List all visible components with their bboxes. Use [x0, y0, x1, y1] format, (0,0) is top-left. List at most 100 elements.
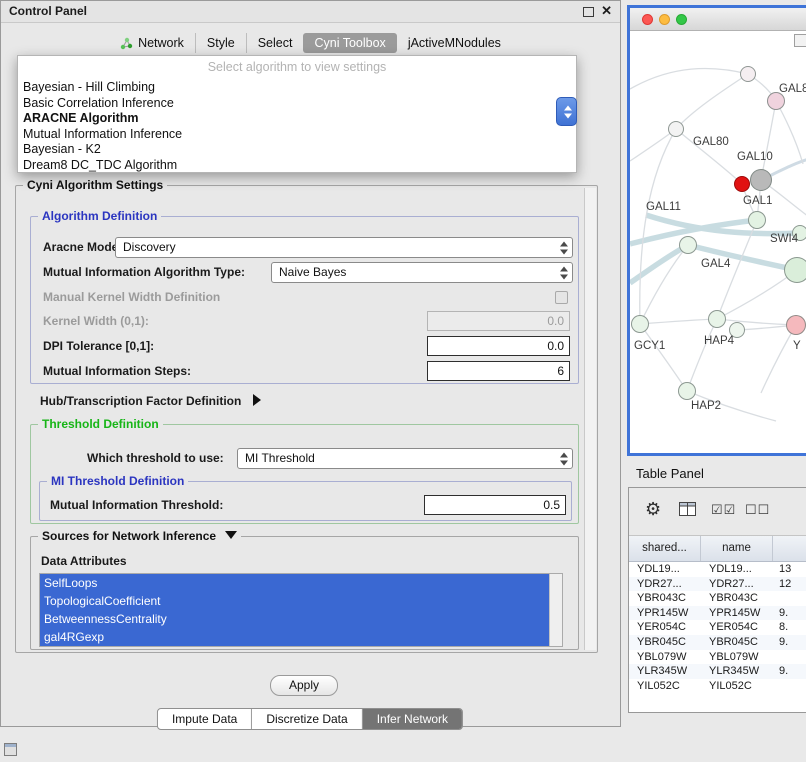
collapse-arrow-icon[interactable]: [253, 394, 261, 406]
kernel-width-label: Kernel Width (0,1):: [43, 311, 149, 332]
node-pink-right[interactable]: [786, 315, 806, 335]
attribute-item[interactable]: BetweennessCentrality: [40, 610, 549, 628]
table-cell: YPR145W: [701, 606, 773, 621]
tab-infer-network[interactable]: Infer Network: [362, 709, 462, 729]
algorithm-option[interactable]: Mutual Information Inference: [21, 127, 573, 143]
expand-arrow-icon[interactable]: [225, 531, 237, 539]
column-header-extra[interactable]: [773, 536, 806, 561]
gear-icon[interactable]: ⚙: [645, 499, 661, 519]
attribute-item[interactable]: gal4RGexp: [40, 628, 549, 646]
node-gal4[interactable]: [679, 236, 697, 254]
hub-transcription-factor-section[interactable]: Hub/Transcription Factor Definition: [40, 394, 261, 408]
table-cell: YPR145W: [629, 606, 701, 621]
table-panel-title: Table Panel: [636, 466, 704, 481]
deselect-all-icon[interactable]: ☐☐: [745, 502, 770, 518]
aracne-mode-label: Aracne Mode:: [43, 237, 122, 258]
table-cell: YIL052C: [701, 679, 773, 694]
tab-impute-data[interactable]: Impute Data: [158, 709, 251, 729]
column-header-name[interactable]: name: [701, 536, 773, 561]
tab-jactivemnodules[interactable]: jActiveMNodules: [397, 33, 512, 53]
node-hap4[interactable]: [708, 310, 726, 328]
node-gal1[interactable]: [748, 211, 766, 229]
which-threshold-select[interactable]: MI Threshold: [237, 448, 573, 469]
table-cell: YBL079W: [701, 650, 773, 665]
table-row[interactable]: YDL19...YDL19...13: [629, 562, 806, 577]
minimized-panel-icon[interactable]: [4, 743, 17, 756]
node-label: GAL80: [693, 136, 729, 148]
aracne-mode-select[interactable]: Discovery: [115, 237, 573, 258]
mi-steps-input[interactable]: 6: [427, 361, 570, 381]
node-label: HAP4: [704, 335, 734, 347]
combo-stepper-fragment[interactable]: [556, 97, 577, 126]
chevron-updown-icon: [563, 105, 572, 118]
float-window-icon[interactable]: [583, 7, 594, 17]
close-icon[interactable]: ✕: [601, 3, 612, 19]
table-cell: YER054C: [629, 620, 701, 635]
network-window-titlebar: [630, 8, 806, 31]
node-label: GCY1: [634, 340, 665, 352]
algorithm-popup-list: Bayesian - Hill ClimbingBasic Correlatio…: [21, 80, 573, 174]
tab-label: Network: [138, 36, 184, 50]
table-row[interactable]: YBR045CYBR045C9.: [629, 635, 806, 650]
table-row[interactable]: YLR345WYLR345W9.: [629, 664, 806, 679]
data-attributes-list[interactable]: SelfLoopsTopologicalCoefficientBetweenne…: [39, 573, 563, 647]
dpi-tolerance-input[interactable]: 0.0: [427, 336, 570, 356]
network-canvas[interactable]: GAL8GAL80GAL10GAL11GAL1SWI4GAL4GCY1HAP4H…: [630, 31, 806, 453]
node-label: GAL4: [701, 258, 730, 270]
node-red[interactable]: [734, 176, 750, 192]
algorithm-option[interactable]: ARACNE Algorithm: [21, 111, 573, 127]
table-cell: YDL19...: [701, 562, 773, 577]
algorithm-option[interactable]: Bayesian - K2: [21, 142, 573, 158]
columns-icon[interactable]: [679, 502, 696, 521]
algorithm-option[interactable]: Bayesian - Hill Climbing: [21, 80, 573, 96]
algorithm-option[interactable]: Dream8 DC_TDC Algorithm: [21, 158, 573, 174]
table-cell: 9.: [773, 635, 806, 650]
kernel-width-input[interactable]: 0.0: [427, 311, 570, 331]
minimize-traffic-light-icon[interactable]: [659, 14, 670, 25]
bottom-tabs: Impute Data Discretize Data Infer Networ…: [157, 708, 463, 730]
mi-threshold-label: Mutual Information Threshold:: [50, 495, 223, 516]
mi-threshold-definition-group: MI Threshold Definition Mutual Informati…: [39, 481, 572, 521]
node[interactable]: [668, 121, 684, 137]
mi-type-value: Naive Bayes: [279, 265, 346, 279]
tab-style[interactable]: Style: [195, 33, 246, 53]
apply-button[interactable]: Apply: [270, 675, 338, 696]
attribute-item[interactable]: TopologicalCoefficient: [40, 592, 549, 610]
node[interactable]: [740, 66, 756, 82]
tab-select[interactable]: Select: [246, 33, 304, 53]
zoom-traffic-light-icon[interactable]: [676, 14, 687, 25]
mi-threshold-input[interactable]: 0.5: [424, 495, 566, 515]
table-row[interactable]: YER054CYER054C8.: [629, 620, 806, 635]
tab-network[interactable]: Network: [109, 33, 195, 53]
list-scrollbar[interactable]: [549, 574, 562, 646]
settings-scrollbar[interactable]: [584, 188, 596, 650]
attribute-item[interactable]: SelfLoops: [40, 574, 549, 592]
group-title: Cyni Algorithm Settings: [23, 178, 167, 192]
table-cell: YBR045C: [701, 635, 773, 650]
table-cell: [773, 650, 806, 665]
table-row[interactable]: YPR145WYPR145W9.: [629, 606, 806, 621]
node-gal10[interactable]: [750, 169, 772, 191]
manual-kernel-checkbox[interactable]: [555, 291, 568, 304]
algorithm-option[interactable]: Basic Correlation Inference: [21, 96, 573, 112]
column-header-shared-name[interactable]: shared...: [629, 536, 701, 561]
tab-discretize-data[interactable]: Discretize Data: [251, 709, 361, 729]
node-gcy1[interactable]: [631, 315, 649, 333]
node-label: GAL8: [779, 83, 806, 95]
node-hap2[interactable]: [678, 382, 696, 400]
table-cell: [773, 591, 806, 606]
table-row[interactable]: YBR043CYBR043C: [629, 591, 806, 606]
mi-type-select[interactable]: Naive Bayes: [271, 262, 573, 283]
select-all-icon[interactable]: ☑☑: [711, 502, 736, 518]
table-row[interactable]: YDR27...YDR27...12: [629, 577, 806, 592]
close-traffic-light-icon[interactable]: [642, 14, 653, 25]
tab-cyni-toolbox[interactable]: Cyni Toolbox: [303, 33, 396, 53]
table-row[interactable]: YBL079WYBL079W: [629, 650, 806, 665]
aracne-mode-value: Discovery: [123, 240, 176, 254]
table-cell: 9.: [773, 606, 806, 621]
node[interactable]: [784, 257, 806, 283]
table-cell: YDR27...: [629, 577, 701, 592]
table-cell: [773, 679, 806, 694]
table-row[interactable]: YIL052CYIL052C: [629, 679, 806, 694]
network-view-window: GAL8GAL80GAL10GAL11GAL1SWI4GAL4GCY1HAP4H…: [627, 5, 806, 456]
